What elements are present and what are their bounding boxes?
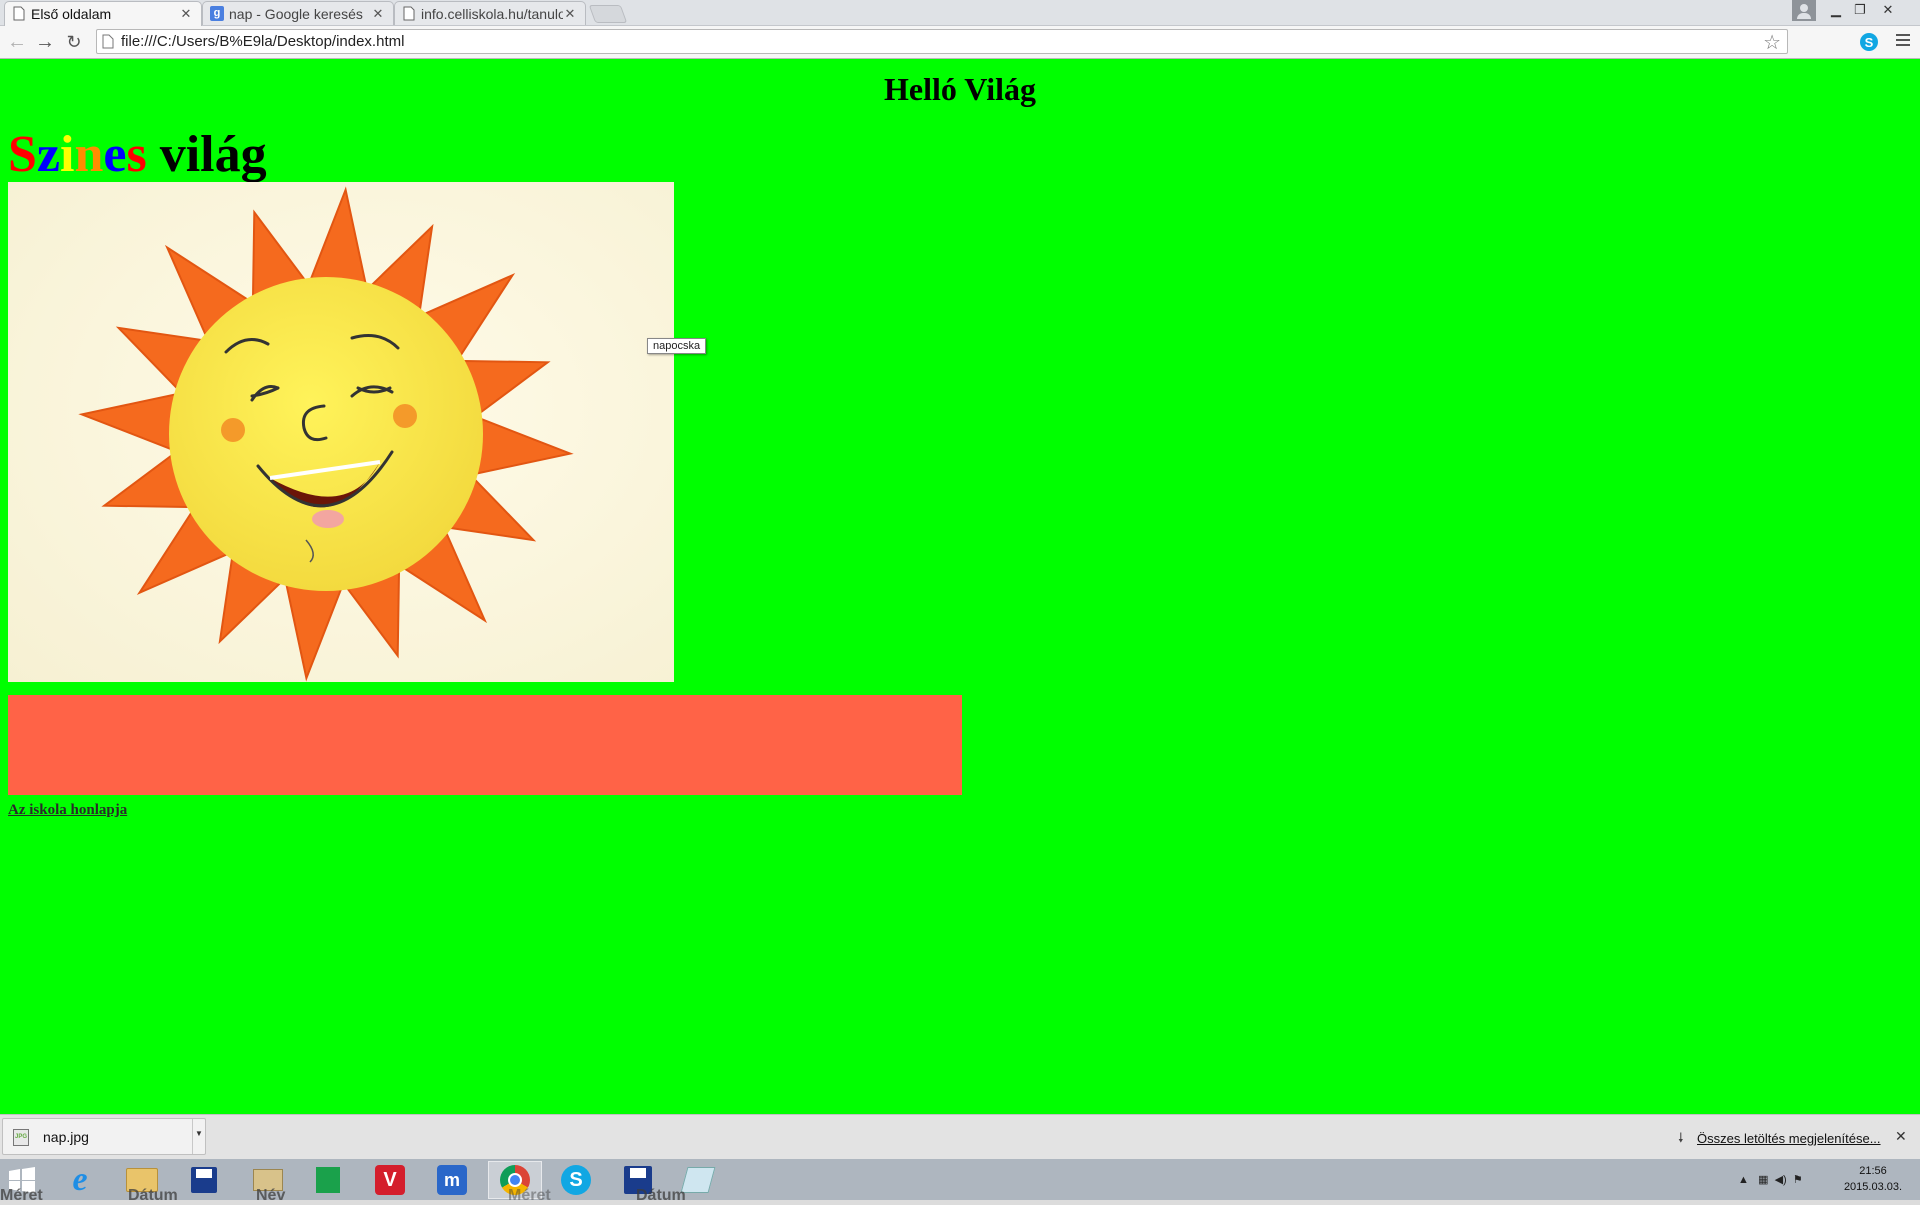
clock-date: 2015.03.03. [1843,1181,1903,1193]
page-viewport: Helló Világ Szines világ napocska Az isk… [0,59,1920,1114]
save-disk-icon[interactable] [184,1161,224,1199]
ghost-label: Méret [508,1187,551,1204]
minimize-icon[interactable]: ▁ [1824,0,1848,20]
store-icon[interactable] [308,1161,348,1199]
google-icon: g [210,6,224,21]
system-clock[interactable]: 21:56 2015.03.03. [1838,1163,1908,1195]
show-all-downloads-link[interactable]: Összes letöltés megjelenítése... [1697,1131,1881,1146]
back-arrow-icon[interactable]: ← [5,30,29,54]
tab-title: info.celliskola.hu/tanulo [421,5,563,22]
restore-icon[interactable]: ❐ [1848,0,1872,20]
sun-illustration [8,182,674,682]
ghost-label: Név [256,1187,286,1204]
reload-icon[interactable]: ↻ [62,30,86,54]
internet-explorer-icon[interactable]: e [60,1161,100,1199]
close-tab-icon[interactable]: ✕ [179,6,193,22]
colorful-letter: s [126,126,147,183]
close-window-icon[interactable]: ✕ [1876,0,1900,20]
ghost-label: Méret [0,1187,43,1204]
download-arrow-icon: 🠗 [1678,1130,1684,1145]
download-file-name: nap.jpg [43,1129,89,1145]
skype-icon[interactable]: S [1860,33,1878,51]
tab-google-search[interactable]: g nap - Google keresés ✕ [202,1,394,25]
flag-icon[interactable]: ⚑ [1793,1174,1803,1186]
skype-taskbar-icon[interactable]: S [556,1161,596,1199]
page-icon [102,34,114,49]
tomato-box [8,695,962,795]
colorful-letter: n [74,126,104,183]
colorful-letter: z [36,126,61,183]
page-heading: Helló Világ [884,71,1036,107]
close-tab-icon[interactable]: ✕ [563,6,577,22]
colorful-letter: e [103,126,127,183]
url-text: file:///C:/Users/B%E9la/Desktop/index.ht… [121,33,405,50]
bookmark-star-icon[interactable]: ☆ [1763,30,1781,55]
menu-icon[interactable] [1896,34,1910,48]
download-item[interactable]: JPG nap.jpg ▼ [2,1118,206,1155]
tab-title: Első oldalam [31,6,112,22]
clock-time: 21:56 [1859,1165,1887,1177]
ghost-label: Dátum [128,1187,178,1204]
download-shelf: JPG nap.jpg ▼ 🠗 Összes letöltés megjelen… [0,1114,1920,1160]
tab-title: nap - Google keresés [229,5,363,22]
image-tooltip: napocska [647,338,707,354]
page-icon [403,6,415,21]
ghost-label: Dátum [636,1187,686,1204]
network-icon[interactable]: ▦ [1758,1174,1768,1186]
new-tab-button[interactable] [588,5,628,23]
tab-first-page[interactable]: Első oldalam ✕ [4,1,202,26]
close-shelf-icon[interactable]: ✕ [1895,1128,1907,1145]
close-tab-icon[interactable]: ✕ [371,6,385,22]
sun-image[interactable] [8,182,674,682]
tray-arrow-icon[interactable]: ▲ [1738,1174,1749,1186]
maxthon-icon[interactable]: m [432,1161,472,1199]
forward-arrow-icon[interactable]: → [33,30,57,54]
colorful-letter: i [60,126,75,183]
system-tray[interactable]: ▲ ▦ ◀) ⚑ [1738,1173,1803,1186]
tab-celliskola[interactable]: info.celliskola.hu/tanulo ✕ [394,1,586,25]
address-bar[interactable]: file:///C:/Users/B%E9la/Desktop/index.ht… [96,29,1788,54]
tab-strip: Első oldalam ✕ g nap - Google keresés ✕ … [0,0,1920,26]
browser-toolbar: ← → ↻ file:///C:/Users/B%E9la/Desktop/in… [0,26,1920,59]
volume-icon[interactable]: ◀) [1775,1174,1787,1186]
jpg-file-icon: JPG [13,1129,29,1146]
profile-icon[interactable] [1792,0,1816,21]
colorful-letters: Szines [8,126,147,183]
download-options-icon[interactable]: ▼ [192,1119,205,1154]
colorful-title: Szines világ [8,125,267,184]
title-rest: világ [159,126,267,183]
school-homepage-link[interactable]: Az iskola honlapja [8,802,127,819]
windows-taskbar: e V m S Méret Dátum Név Méret Dátum ▲ ▦ … [0,1159,1920,1204]
page-icon [13,6,25,21]
vivaldi-icon[interactable]: V [370,1161,410,1199]
colorful-letter: S [8,126,37,183]
